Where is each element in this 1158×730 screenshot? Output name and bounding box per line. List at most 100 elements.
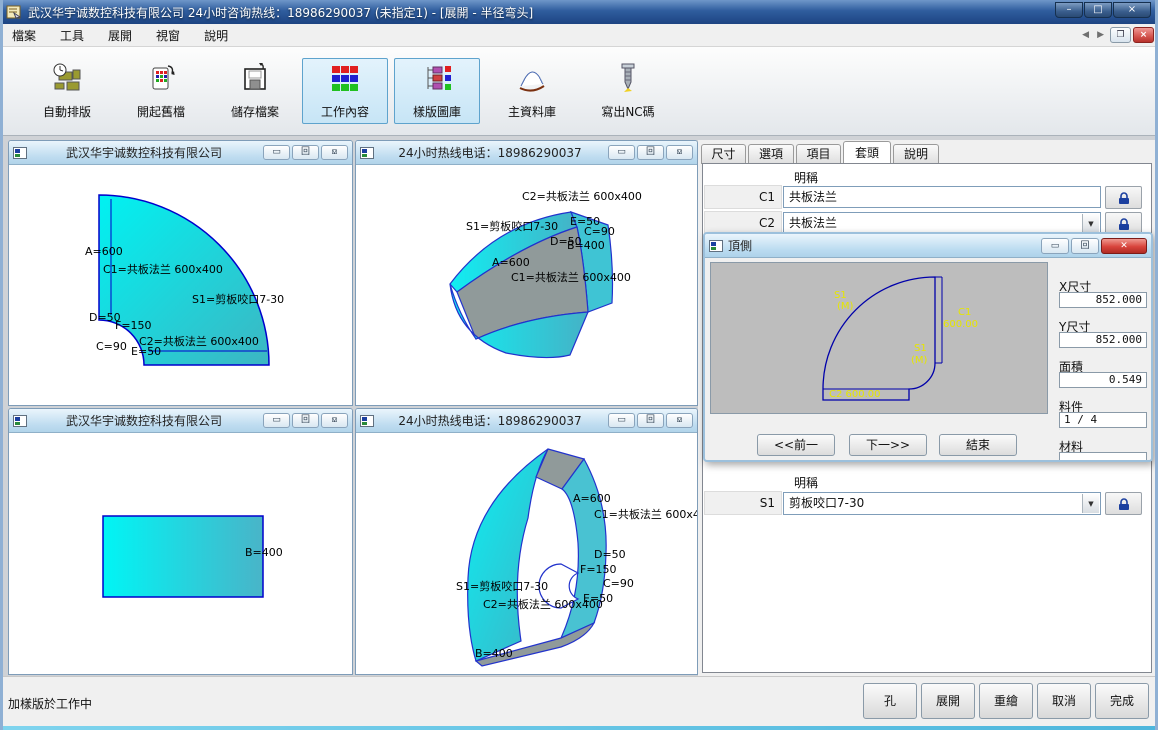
unfold-button[interactable]: 展開 — [921, 683, 975, 719]
tab-dimensions[interactable]: 尺寸 — [701, 144, 746, 164]
flat-pattern-canvas: A=600C1=共板法兰 600x400S1=剪板咬口7-30D=50F=150… — [9, 165, 352, 405]
dimension-annotation: (M) — [837, 301, 853, 313]
seam-s1-value: 剪板咬口7-30 — [789, 496, 864, 510]
toolbar: 自動排版 開起舊檔 儲存檔案 — [0, 47, 1158, 136]
child-close-button[interactable]: ⟏ — [666, 413, 693, 428]
toolbar-open-file-button[interactable]: 開起舊檔 — [118, 58, 204, 124]
seam-section-header: 明稱 — [794, 474, 818, 491]
toolbar-auto-nest-button[interactable]: 自動排版 — [24, 58, 110, 124]
tab-connector[interactable]: 套頭 — [843, 141, 891, 164]
rectangle-drawing — [9, 433, 352, 674]
child-title-bar[interactable]: 24小时热线电话：18986290037 ▭ 回 ⟏ — [356, 409, 697, 433]
lock-c1-button[interactable] — [1105, 186, 1142, 209]
nav-back-icon[interactable]: ◀ — [1078, 30, 1093, 40]
child-minimize-button[interactable]: ▭ — [263, 145, 290, 160]
child-close-button[interactable]: ⟏ — [666, 145, 693, 160]
dimension-annotation: C1=共板法兰 600x400 — [511, 272, 631, 284]
nav-forward-icon[interactable]: ▶ — [1093, 30, 1108, 40]
minimize-button[interactable]: – — [1055, 2, 1083, 18]
dimension-annotation: A=600 — [492, 257, 530, 269]
y-size-field[interactable]: 852.000 — [1059, 332, 1147, 348]
child-title-bar[interactable]: 24小时热线电话：18986290037 ▭ 回 ⟏ — [356, 141, 697, 165]
child-minimize-button[interactable]: ▭ — [263, 413, 290, 428]
redraw-button[interactable]: 重繪 — [979, 683, 1033, 719]
child-restore-button[interactable]: 回 — [292, 413, 319, 428]
drawing-icon — [360, 147, 374, 159]
child-title-bar[interactable]: 武汉华宇诚数控科技有限公司 ▭ 回 ⟏ — [9, 409, 352, 433]
window-flat-pattern: 武汉华宇诚数控科技有限公司 ▭ 回 ⟏ — [8, 140, 353, 406]
dimension-annotation: C=90 — [96, 341, 127, 353]
toolbar-button-label: 開起舊檔 — [137, 103, 185, 120]
child-restore-button[interactable]: 回 — [637, 413, 664, 428]
toolbar-work-content-button[interactable]: 工作內容 — [302, 58, 388, 124]
child-window-title: 武汉华宇诚数控科技有限公司 — [27, 144, 261, 161]
close-button[interactable]: × — [1113, 2, 1151, 18]
status-text: 加樣版於工作中 — [8, 695, 92, 712]
child-restore-button[interactable]: 回 — [292, 145, 319, 160]
window-title: 武汉华宇诚数控科技有限公司 24小时咨询热线：18986290037 (未指定1… — [28, 4, 533, 21]
seam-s1-select[interactable]: 剪板咬口7-30 ▼ — [783, 492, 1101, 515]
previous-button[interactable]: <<前一 — [757, 434, 835, 456]
menu-bar: 檔案 工具 展開 視窗 說明 ◀ ▶ ❐ × — [0, 24, 1158, 47]
dimension-annotation: A=600 — [573, 493, 611, 505]
lock-s1-button[interactable] — [1105, 492, 1142, 515]
child-close-button[interactable]: ⟏ — [321, 145, 348, 160]
mdi-restore-button[interactable]: ❐ — [1110, 27, 1131, 43]
dialog-minimize-button[interactable]: ▭ — [1041, 238, 1069, 254]
chevron-down-icon[interactable]: ▼ — [1082, 494, 1099, 513]
toolbar-main-database-button[interactable]: 主資料庫 — [490, 58, 574, 124]
material-field[interactable] — [1059, 452, 1147, 460]
dialog-title-bar[interactable]: 頂側 ▭ 回 ✕ — [705, 234, 1151, 258]
lock-icon — [1118, 217, 1130, 231]
menu-help[interactable]: 說明 — [192, 24, 240, 47]
dimension-annotation: C2=共板法兰 600x400 — [483, 599, 603, 611]
part-field[interactable]: 1 / 4 — [1059, 412, 1147, 428]
top-side-dialog: 頂側 ▭ 回 ✕ S1(M)C1600.00S1(M)C2 600.00 <<前… — [703, 232, 1153, 462]
mdi-close-button[interactable]: × — [1133, 27, 1154, 43]
tab-help[interactable]: 說明 — [893, 144, 939, 164]
dialog-close-button[interactable]: ✕ — [1101, 238, 1147, 254]
menu-unfold[interactable]: 展開 — [96, 24, 144, 47]
flange-section-header: 明稱 — [794, 169, 818, 186]
window-3d-view-top: 24小时热线电话：18986290037 ▭ 回 ⟏ — [355, 140, 698, 406]
child-close-button[interactable]: ⟏ — [321, 413, 348, 428]
elbow-3d-front-drawing — [356, 433, 697, 674]
menu-window[interactable]: 視窗 — [144, 24, 192, 47]
dimension-annotation: S1=剪板咬口7-30 — [192, 294, 284, 306]
dialog-restore-button[interactable]: 回 — [1071, 238, 1099, 254]
tab-options[interactable]: 選項 — [748, 144, 794, 164]
menu-file[interactable]: 檔案 — [0, 24, 48, 47]
finish-button[interactable]: 結束 — [939, 434, 1017, 456]
tab-items[interactable]: 項目 — [796, 144, 841, 164]
toolbar-button-label: 儲存檔案 — [231, 103, 279, 120]
maximize-button[interactable]: □ — [1084, 2, 1112, 18]
child-title-bar[interactable]: 武汉华宇诚数控科技有限公司 ▭ 回 ⟏ — [9, 141, 352, 165]
menu-tools[interactable]: 工具 — [48, 24, 96, 47]
main-database-icon — [516, 62, 548, 94]
child-restore-button[interactable]: 回 — [637, 145, 664, 160]
next-button[interactable]: 下一>> — [849, 434, 927, 456]
toolbar-write-nc-button[interactable]: 寫出NC碼 — [582, 58, 674, 124]
complete-button[interactable]: 完成 — [1095, 683, 1149, 719]
elbow-3d-front-canvas: A=600C1=共板法兰 600x400D=50F=150C=90S1=剪板咬口… — [356, 433, 697, 674]
child-minimize-button[interactable]: ▭ — [608, 413, 635, 428]
status-bar: 加樣版於工作中 孔 展開 重繪 取消 完成 — [0, 676, 1158, 726]
hole-button[interactable]: 孔 — [863, 683, 917, 719]
dimension-annotation: S1=剪板咬口7-30 — [456, 581, 548, 593]
dimension-annotation: D=50 — [594, 549, 626, 561]
area-field[interactable]: 0.549 — [1059, 372, 1147, 388]
toolbar-button-label: 寫出NC碼 — [601, 103, 654, 120]
chevron-down-icon[interactable]: ▼ — [1082, 214, 1099, 233]
child-minimize-button[interactable]: ▭ — [608, 145, 635, 160]
toolbar-save-file-button[interactable]: 儲存檔案 — [212, 58, 298, 124]
dimension-annotation: C=90 — [603, 578, 634, 590]
window-3d-view-front: 24小时热线电话：18986290037 ▭ 回 ⟏ — [355, 408, 698, 675]
title-bar[interactable]: 武汉华宇诚数控科技有限公司 24小时咨询热线：18986290037 (未指定1… — [0, 0, 1158, 24]
x-size-field[interactable]: 852.000 — [1059, 292, 1147, 308]
toolbar-template-library-button[interactable]: 樣版圖庫 — [394, 58, 480, 124]
drawing-icon — [13, 147, 27, 159]
cancel-button[interactable]: 取消 — [1037, 683, 1091, 719]
drawing-icon — [13, 415, 27, 427]
flange-c1-field[interactable]: 共板法兰 — [783, 186, 1101, 208]
drawing-icon — [360, 415, 374, 427]
